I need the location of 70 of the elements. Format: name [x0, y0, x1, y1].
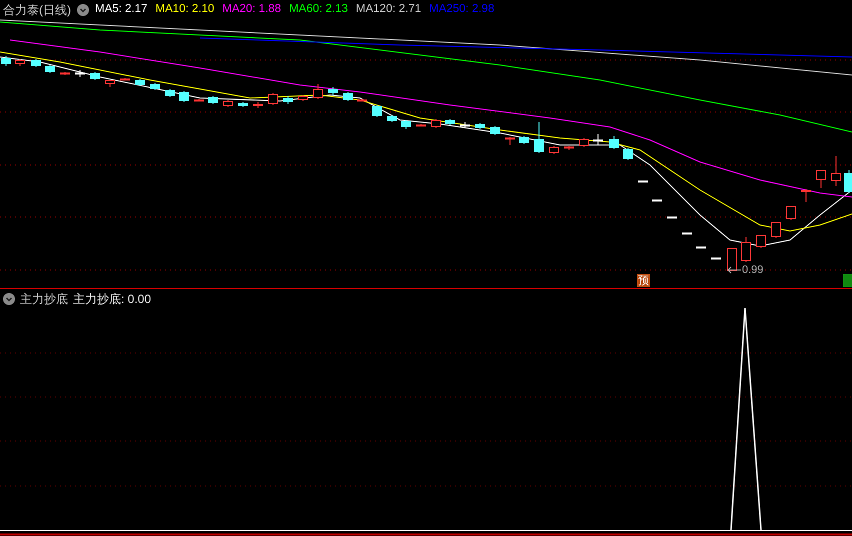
candlestick [75, 70, 85, 78]
candlestick [534, 122, 544, 154]
candlestick [135, 78, 145, 86]
candlestick [741, 236, 751, 262]
candlestick [1, 56, 11, 66]
signal-marker-icon [843, 274, 852, 287]
candlestick [357, 98, 367, 102]
candlestick [505, 136, 515, 146]
candlestick [194, 98, 204, 102]
candlestick [667, 216, 677, 218]
candlestick [844, 170, 852, 194]
candlestick [652, 200, 662, 202]
candlestick [165, 88, 175, 98]
candlestick [401, 120, 411, 130]
dropdown-icon[interactable] [3, 293, 15, 305]
candlestick [328, 86, 338, 96]
candlestick [816, 170, 826, 188]
candlestick [45, 64, 55, 74]
candlestick [105, 80, 115, 88]
candlestick [60, 72, 70, 76]
candlestick [623, 148, 633, 160]
candlestick [387, 114, 397, 122]
candlestick [223, 100, 233, 108]
candlestick [283, 96, 293, 104]
candlestick [638, 180, 648, 182]
candlestick [31, 58, 41, 68]
candlestick [298, 94, 308, 102]
candlestick [208, 96, 218, 104]
candlestick [90, 72, 100, 80]
candlestick [431, 118, 441, 128]
candlestick [727, 248, 737, 272]
indicator-title: 主力抄底 [20, 291, 68, 308]
signal-badge: 预 [637, 274, 650, 287]
candlestick [490, 126, 500, 136]
candlestick [519, 136, 529, 144]
moving-average-label: MA120: 2.71 [356, 2, 422, 18]
candlestick [786, 206, 796, 220]
candlestick [15, 58, 25, 66]
candlestick [313, 84, 323, 100]
candlestick [120, 78, 130, 80]
candlestick [238, 102, 248, 108]
candlestick [372, 104, 382, 118]
candlestick [268, 92, 278, 106]
candlestick [801, 188, 811, 202]
moving-average-label: MA5: 2.17 [95, 2, 148, 18]
indicator-value: 主力抄底: 0.00 [73, 291, 152, 308]
candlestick [416, 124, 426, 126]
candlestick [579, 138, 589, 148]
candlestick [179, 90, 189, 102]
arrow-icon [727, 266, 741, 274]
moving-average-label: MA10: 2.10 [155, 2, 214, 18]
candlestick [771, 222, 781, 238]
moving-average-label: MA20: 1.88 [222, 2, 282, 18]
candlestick [593, 134, 603, 146]
candlestick [343, 92, 353, 102]
candlestick [831, 156, 841, 186]
price-label: 0.99 [742, 263, 764, 277]
dropdown-icon[interactable] [77, 4, 89, 16]
moving-average-label: MA60: 2.13 [289, 2, 348, 18]
candlestick [445, 118, 455, 126]
candlestick [460, 122, 470, 128]
stock-title: 合力泰(日线) [3, 2, 71, 19]
candlestick [549, 146, 559, 154]
moving-average-label: MA250: 2.98 [429, 2, 494, 18]
candlestick [564, 146, 574, 150]
candlestick [682, 232, 692, 234]
candlestick [609, 136, 619, 150]
candlestick [475, 122, 485, 130]
candlestick [150, 82, 160, 90]
candlestick [756, 234, 766, 248]
